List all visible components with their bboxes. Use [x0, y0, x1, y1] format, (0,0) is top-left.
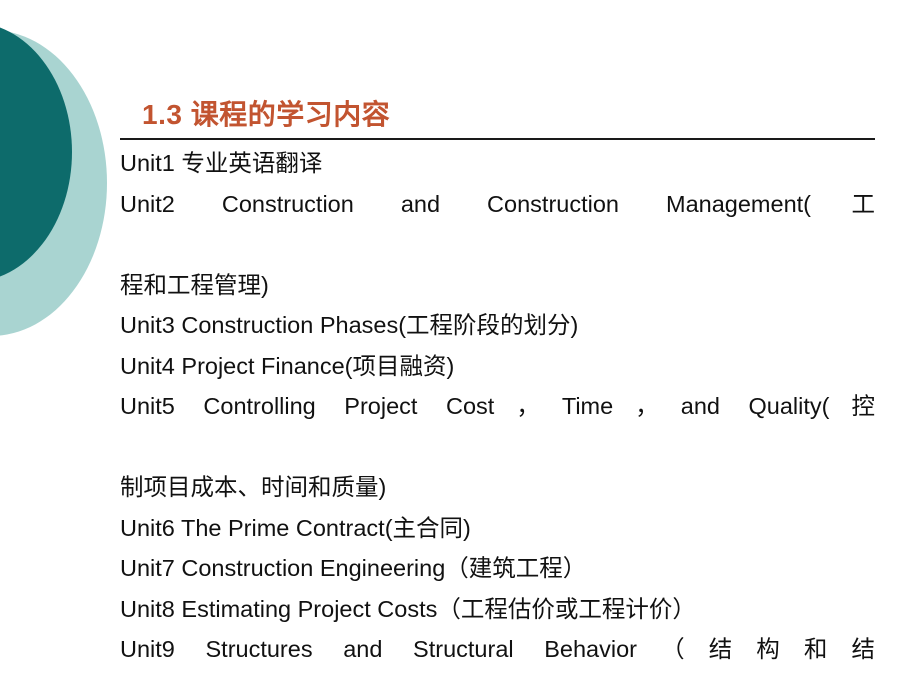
slide-content: 1.3 课程的学习内容 Unit1 专业英语翻译 Unit2 Construct… — [120, 96, 875, 690]
list-item-unit7: Unit7 Construction Engineering（建筑工程） — [120, 555, 587, 581]
list-item-unit1: Unit1 专业英语翻译 — [120, 150, 323, 176]
list-item-unit6: Unit6 The Prime Contract(主合同) — [120, 514, 471, 541]
list-item-unit3: Unit3 Construction Phases(工程阶段的划分) — [120, 312, 579, 338]
unit-list: Unit1 专业英语翻译 Unit2 Construction and Cons… — [120, 143, 875, 690]
list-item-unit2: Unit2 Construction and Construction Mana… — [120, 190, 875, 217]
list-item-unit2-cont: 程和工程管理) — [120, 271, 269, 298]
presentation-slide: 1.3 课程的学习内容 Unit1 专业英语翻译 Unit2 Construct… — [0, 0, 920, 690]
list-item-unit5-cont: 制项目成本、时间和质量) — [120, 474, 387, 500]
list-item-unit4: Unit4 Project Finance(项目融资) — [120, 352, 455, 379]
page-title: 1.3 课程的学习内容 — [142, 99, 391, 130]
title-divider — [120, 138, 875, 140]
list-item-unit5: Unit5 Controlling Project Cost，Time，and … — [120, 393, 875, 419]
list-item-unit9: Unit9 Structures and Structural Behavior… — [120, 636, 875, 662]
list-item-unit8: Unit8 Estimating Project Costs（工程估价或工程计价… — [120, 595, 696, 622]
